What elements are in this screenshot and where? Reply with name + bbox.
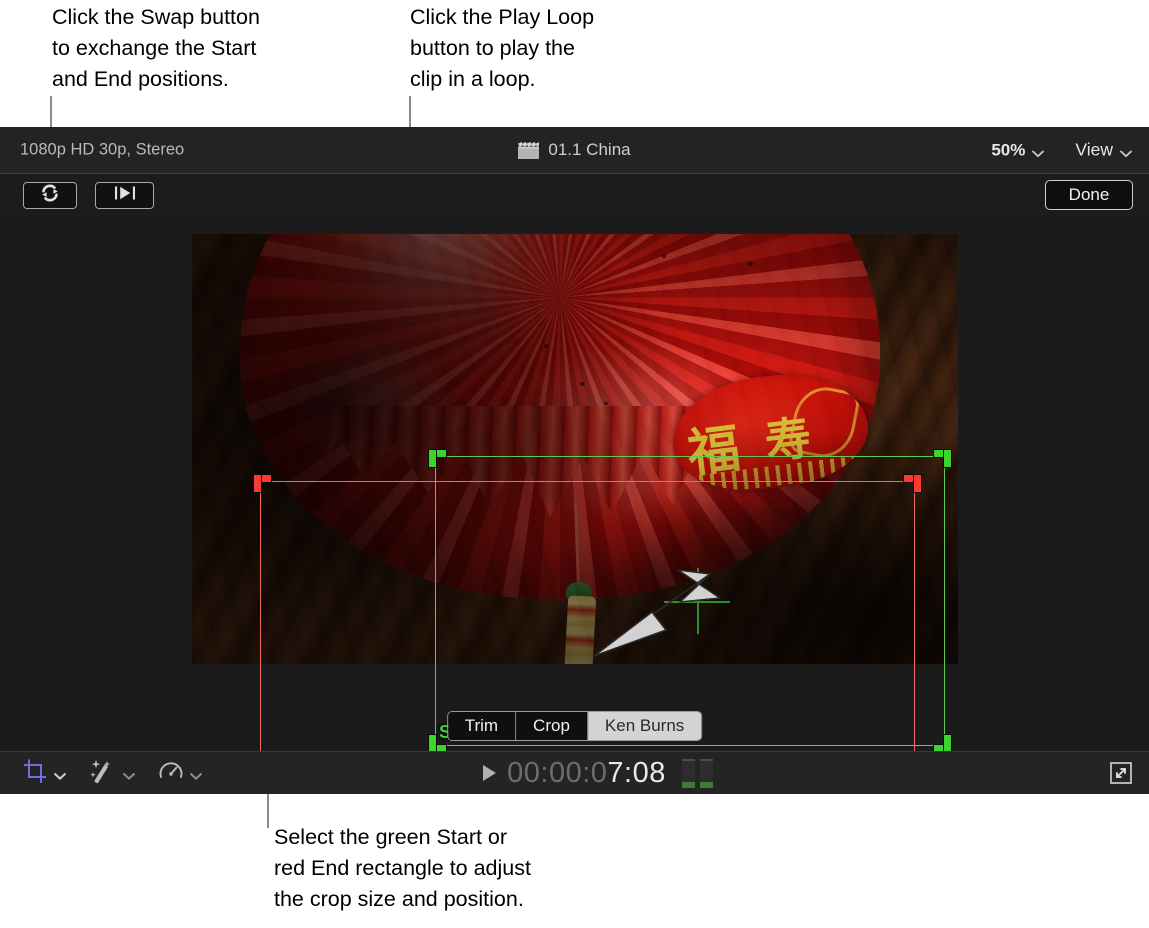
imovie-viewer-window: 1080p HD 30p, Stereo: [0, 127, 1149, 794]
expand-fullscreen-icon[interactable]: [1109, 761, 1133, 785]
play-triangle-icon[interactable]: [483, 765, 496, 781]
tab-crop[interactable]: Crop: [516, 712, 588, 740]
screenshot-root: Click the Swap button to exchange the St…: [0, 0, 1149, 928]
photo-speck: [604, 402, 608, 405]
timecode-display[interactable]: 00:00:07:08: [507, 757, 666, 790]
photo-speck: [580, 382, 585, 386]
swap-arrows-icon: [39, 183, 61, 208]
viewer-title-bar: 1080p HD 30p, Stereo: [0, 127, 1149, 174]
zoom-level-value[interactable]: 50%: [991, 140, 1025, 160]
clip-title-group: 01.1 China: [0, 140, 1149, 160]
photo-speck: [662, 254, 666, 258]
timecode-lit-part: 7:08: [607, 757, 665, 789]
zoom-chevron-down-icon[interactable]: [1031, 145, 1045, 155]
vignette-overlay: [192, 234, 958, 664]
edit-mode-segmented-control[interactable]: Trim Crop Ken Burns: [447, 711, 703, 741]
callout-rectangle-text: Select the green Start or red End rectan…: [274, 822, 674, 915]
view-chevron-down-icon[interactable]: [1119, 145, 1133, 155]
view-menu-label[interactable]: View: [1075, 140, 1113, 161]
photo-speck: [544, 344, 548, 348]
clapperboard-icon: [518, 142, 539, 159]
audio-meter-left: [682, 759, 695, 788]
swap-button[interactable]: [23, 182, 77, 209]
play-loop-icon: [112, 185, 138, 206]
timecode-dim-part: 00:00:0: [507, 757, 607, 789]
callout-swap-text: Click the Swap button to exchange the St…: [52, 2, 402, 95]
audio-meter-right: [700, 759, 713, 788]
playback-timecode-group: 00:00:07:08: [0, 757, 1149, 790]
clip-title-label: 01.1 China: [548, 140, 630, 160]
tab-ken-burns[interactable]: Ken Burns: [588, 712, 701, 740]
play-loop-button[interactable]: [95, 182, 154, 209]
callout-loop-text: Click the Play Loop button to play the c…: [410, 2, 710, 95]
photo-speck: [748, 262, 753, 266]
arrow-pointer-icon: [592, 568, 722, 669]
viewer-control-strip: Done: [0, 174, 1149, 216]
tab-trim[interactable]: Trim: [448, 712, 516, 740]
video-frame-image[interactable]: 福 寿: [192, 234, 958, 664]
title-bar-right-controls: 50% View: [991, 140, 1133, 161]
done-button[interactable]: Done: [1045, 180, 1133, 210]
audio-level-meters: [682, 759, 713, 788]
viewer-bottom-toolbar: 00:00:07:08: [0, 751, 1149, 794]
viewer-canvas: 福 寿: [0, 216, 1149, 751]
